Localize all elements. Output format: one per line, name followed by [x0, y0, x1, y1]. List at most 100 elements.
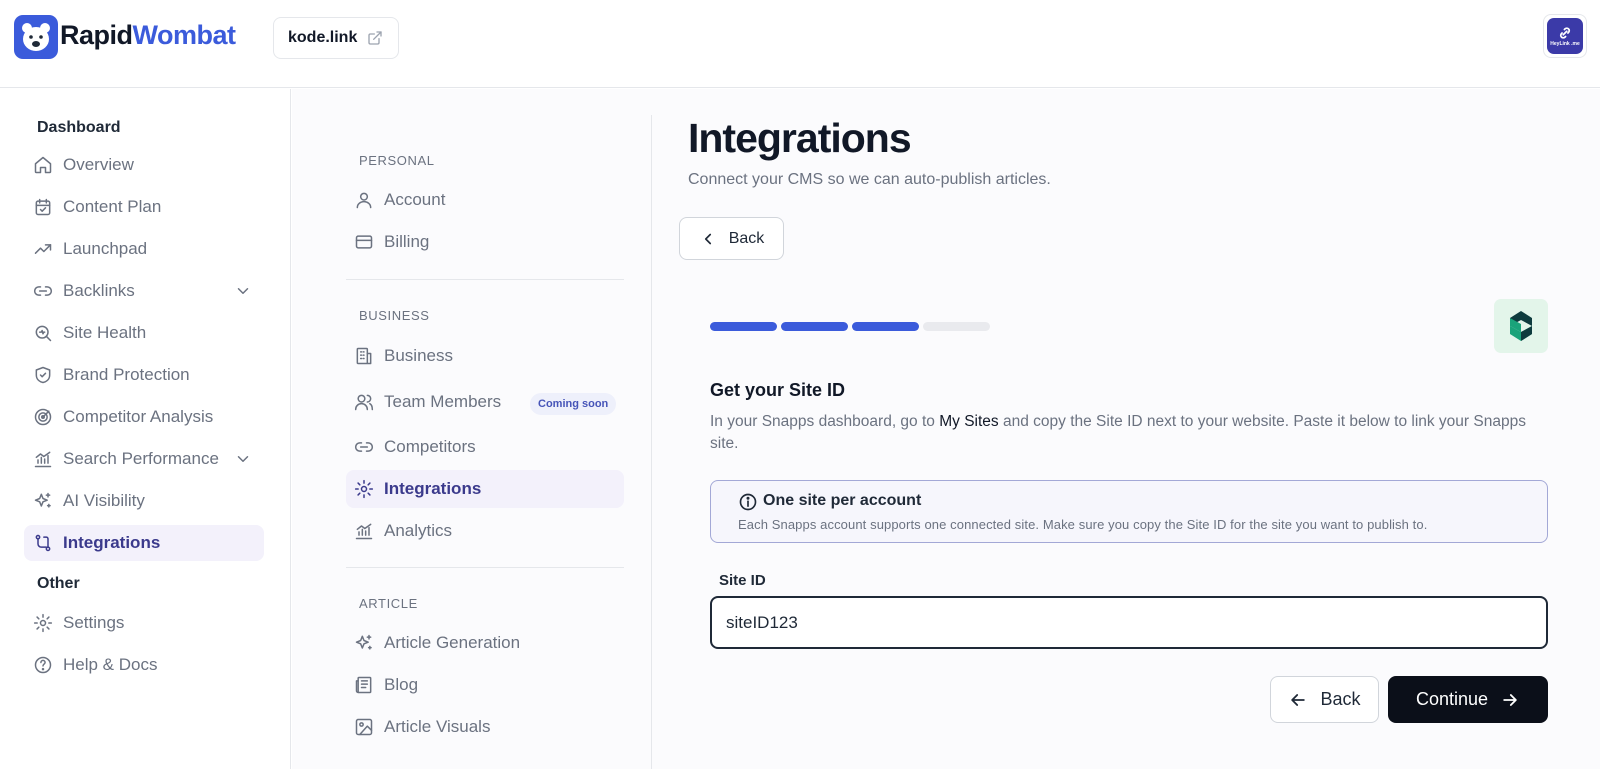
- sidebar-item-label: Competitor Analysis: [63, 407, 214, 426]
- snapps-logo-icon: [1494, 299, 1548, 353]
- brand-part-rapid: Rapid: [60, 20, 133, 50]
- continue-button[interactable]: Continue: [1388, 676, 1548, 723]
- settings-item-business[interactable]: Business: [346, 337, 624, 375]
- chevron-down-icon[interactable]: [234, 282, 252, 300]
- page-title: Integrations: [688, 115, 912, 161]
- settings-divider: [346, 567, 624, 568]
- step-title: Get your Site ID: [710, 380, 846, 400]
- sidebar-item-label: Content Plan: [63, 197, 162, 216]
- sidebar-item-search-performance[interactable]: Search Performance: [24, 441, 264, 477]
- site-link-button[interactable]: kode.link: [273, 17, 399, 59]
- link-icon: [354, 437, 374, 457]
- settings-item-analytics[interactable]: Analytics: [346, 512, 624, 550]
- wombat-logo-icon[interactable]: [14, 15, 58, 59]
- trending-up-icon: [33, 239, 53, 259]
- top-bar: RapidWombat kode.link HeyLink .me: [0, 0, 1600, 88]
- settings-item-label: Billing: [384, 232, 430, 251]
- sidebar-item-label: Launchpad: [63, 239, 148, 258]
- back-button-label: Back: [728, 229, 765, 247]
- settings-section-personal: PERSONAL: [359, 153, 435, 168]
- sidebar-item-help-docs[interactable]: Help & Docs: [24, 647, 264, 683]
- settings-item-article-visuals[interactable]: Article Visuals: [346, 708, 624, 746]
- alert-title: One site per account: [763, 492, 922, 509]
- sidebar-item-ai-visibility[interactable]: AI Visibility: [24, 483, 264, 519]
- sidebar-item-competitor-analysis[interactable]: Competitor Analysis: [24, 399, 264, 435]
- brand-part-wombat: Wombat: [132, 20, 237, 50]
- avatar-text: HeyLink .me: [1550, 40, 1580, 47]
- settings-item-article-generation[interactable]: Article Generation: [346, 624, 624, 662]
- brand-name[interactable]: RapidWombat: [60, 20, 236, 51]
- sidebar-section-other: Other: [37, 575, 80, 592]
- main-sidebar: Dashboard Overview Content Plan Launchpa…: [0, 89, 291, 769]
- continue-button-label: Continue: [1415, 689, 1489, 709]
- chart-icon: [354, 521, 374, 541]
- site-id-input[interactable]: [710, 596, 1548, 649]
- back-button-top[interactable]: Back: [679, 217, 784, 260]
- settings-item-label: Article Visuals: [384, 717, 491, 736]
- settings-item-label: Blog: [384, 675, 419, 694]
- settings-item-account[interactable]: Account: [346, 181, 624, 219]
- coming-soon-badge: Coming soon: [530, 393, 617, 415]
- back-button-label: Back: [1320, 689, 1361, 709]
- step-description: In your Snapps dashboard, go to My Sites…: [710, 411, 1530, 455]
- calendar-icon: [33, 197, 53, 217]
- progress-step-1: [710, 322, 777, 331]
- help-icon: [33, 655, 53, 675]
- sidebar-item-label: Help & Docs: [63, 655, 158, 674]
- progress-step-2: [781, 322, 848, 331]
- sidebar-item-label: Settings: [63, 613, 125, 632]
- progress-step-3: [852, 322, 919, 331]
- account-avatar[interactable]: HeyLink .me: [1543, 14, 1587, 58]
- settings-item-label: Integrations: [384, 479, 482, 498]
- chart-icon: [33, 449, 53, 469]
- sidebar-item-settings[interactable]: Settings: [24, 605, 264, 641]
- sidebar-item-label: AI Visibility: [63, 491, 145, 510]
- sidebar-item-launchpad[interactable]: Launchpad: [24, 231, 264, 267]
- settings-item-competitors[interactable]: Competitors: [346, 428, 624, 466]
- sidebar-item-integrations[interactable]: Integrations: [24, 525, 264, 561]
- search-health-icon: [33, 323, 53, 343]
- target-icon: [33, 407, 53, 427]
- back-button[interactable]: Back: [1270, 676, 1379, 723]
- settings-item-billing[interactable]: Billing: [346, 223, 624, 261]
- chevron-down-icon[interactable]: [234, 450, 252, 468]
- gear-icon: [33, 613, 53, 633]
- sidebar-item-label: Integrations: [63, 533, 161, 552]
- sidebar-item-brand-protection[interactable]: Brand Protection: [24, 357, 264, 393]
- progress-step-4: [923, 322, 990, 331]
- page-subtitle: Connect your CMS so we can auto-publish …: [688, 171, 1051, 188]
- alert-text: Each Snapps account supports one connect…: [738, 517, 1428, 532]
- arrow-right-icon: [1500, 690, 1520, 710]
- info-icon: [738, 492, 758, 512]
- sidebar-item-backlinks[interactable]: Backlinks: [24, 273, 264, 309]
- credit-card-icon: [354, 232, 374, 252]
- settings-item-label: Business: [384, 346, 453, 365]
- sidebar-item-site-health[interactable]: Site Health: [24, 315, 264, 351]
- settings-item-label: Account: [384, 190, 446, 209]
- sidebar-item-overview[interactable]: Overview: [24, 147, 264, 183]
- sidebar-section-dashboard: Dashboard: [37, 119, 121, 136]
- external-link-icon: [367, 30, 383, 46]
- users-icon: [354, 392, 374, 412]
- settings-item-label: Team Members: [384, 392, 502, 411]
- sidebar-item-label: Site Health: [63, 323, 147, 342]
- column-divider: [651, 115, 652, 769]
- settings-item-integrations[interactable]: Integrations: [346, 470, 624, 508]
- shield-icon: [33, 365, 53, 385]
- sidebar-item-label: Overview: [63, 155, 134, 174]
- git-branch-icon: [33, 533, 53, 553]
- sidebar-item-content-plan[interactable]: Content Plan: [24, 189, 264, 225]
- settings-item-blog[interactable]: Blog: [346, 666, 624, 704]
- settings-item-label: Competitors: [384, 437, 476, 456]
- step-progress: [710, 322, 990, 331]
- home-icon: [33, 155, 53, 175]
- arrow-left-icon: [1288, 690, 1308, 710]
- settings-item-label: Article Generation: [384, 633, 521, 652]
- settings-divider: [346, 279, 624, 280]
- sidebar-item-label: Brand Protection: [63, 365, 190, 384]
- settings-item-label: Analytics: [384, 521, 453, 540]
- link-icon: [33, 281, 53, 301]
- user-icon: [354, 190, 374, 210]
- sidebar-item-label: Backlinks: [63, 281, 135, 300]
- settings-section-article: ARTICLE: [359, 596, 418, 611]
